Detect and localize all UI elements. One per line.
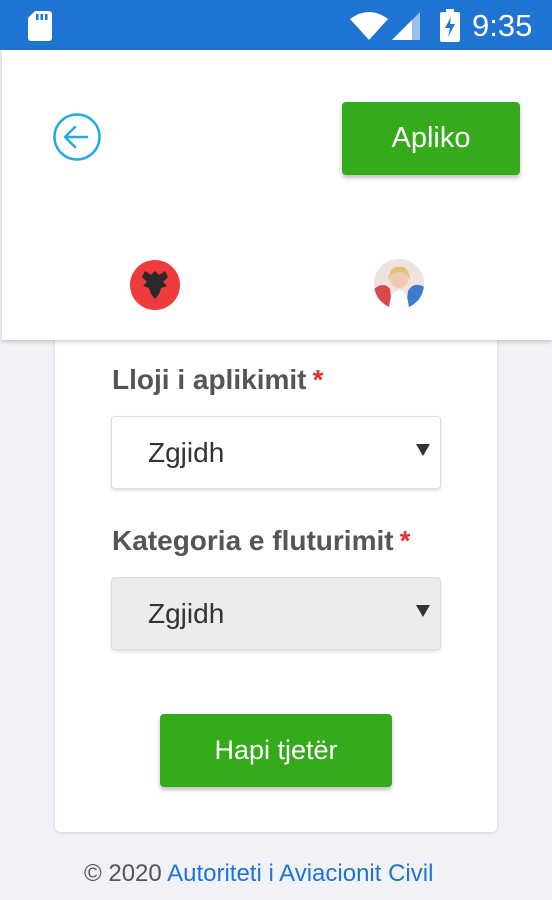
copyright-text: © 2020 <box>84 860 162 887</box>
sd-card-icon <box>28 11 52 41</box>
profile-photo-icon <box>374 259 424 309</box>
application-type-label-text: Lloji i aplikimit <box>112 364 307 395</box>
double-headed-eagle-icon <box>142 271 168 299</box>
apply-button[interactable]: Apliko <box>342 102 520 175</box>
next-step-button[interactable]: Hapi tjetër <box>160 714 392 787</box>
user-avatar[interactable] <box>374 259 424 309</box>
albanian-flag-icon[interactable] <box>130 260 180 310</box>
signal-icon <box>392 12 420 40</box>
application-type-selected-value: Zgjidh <box>148 437 225 468</box>
app-header: Apliko <box>2 50 552 340</box>
battery-charging-icon <box>440 9 460 42</box>
flight-category-label-text: Kategoria e fluturimit <box>112 525 394 556</box>
flight-category-selected-value: Zgjidh <box>148 598 225 629</box>
flight-category-label: Kategoria e fluturimit * <box>112 525 411 557</box>
dropdown-caret-icon <box>416 605 430 617</box>
dropdown-caret-icon <box>416 444 430 456</box>
application-type-select[interactable]: Zgjidh <box>111 416 441 489</box>
required-marker: * <box>312 364 324 395</box>
authority-link[interactable]: Autoriteti i Aviacionit Civil <box>167 860 433 887</box>
wifi-icon <box>350 12 388 40</box>
footer: © 2020 Autoriteti i Aviacionit Civil <box>84 860 433 888</box>
application-form-card: Lloji i aplikimit * Zgjidh Kategoria e fl… <box>55 300 497 832</box>
back-arrow-icon[interactable] <box>52 112 102 162</box>
application-type-label: Lloji i aplikimit * <box>112 364 323 396</box>
required-marker: * <box>399 525 411 556</box>
flight-category-select[interactable]: Zgjidh <box>111 577 441 650</box>
status-bar: 9:35 <box>0 0 552 50</box>
clock-time: 9:35 <box>472 8 533 43</box>
